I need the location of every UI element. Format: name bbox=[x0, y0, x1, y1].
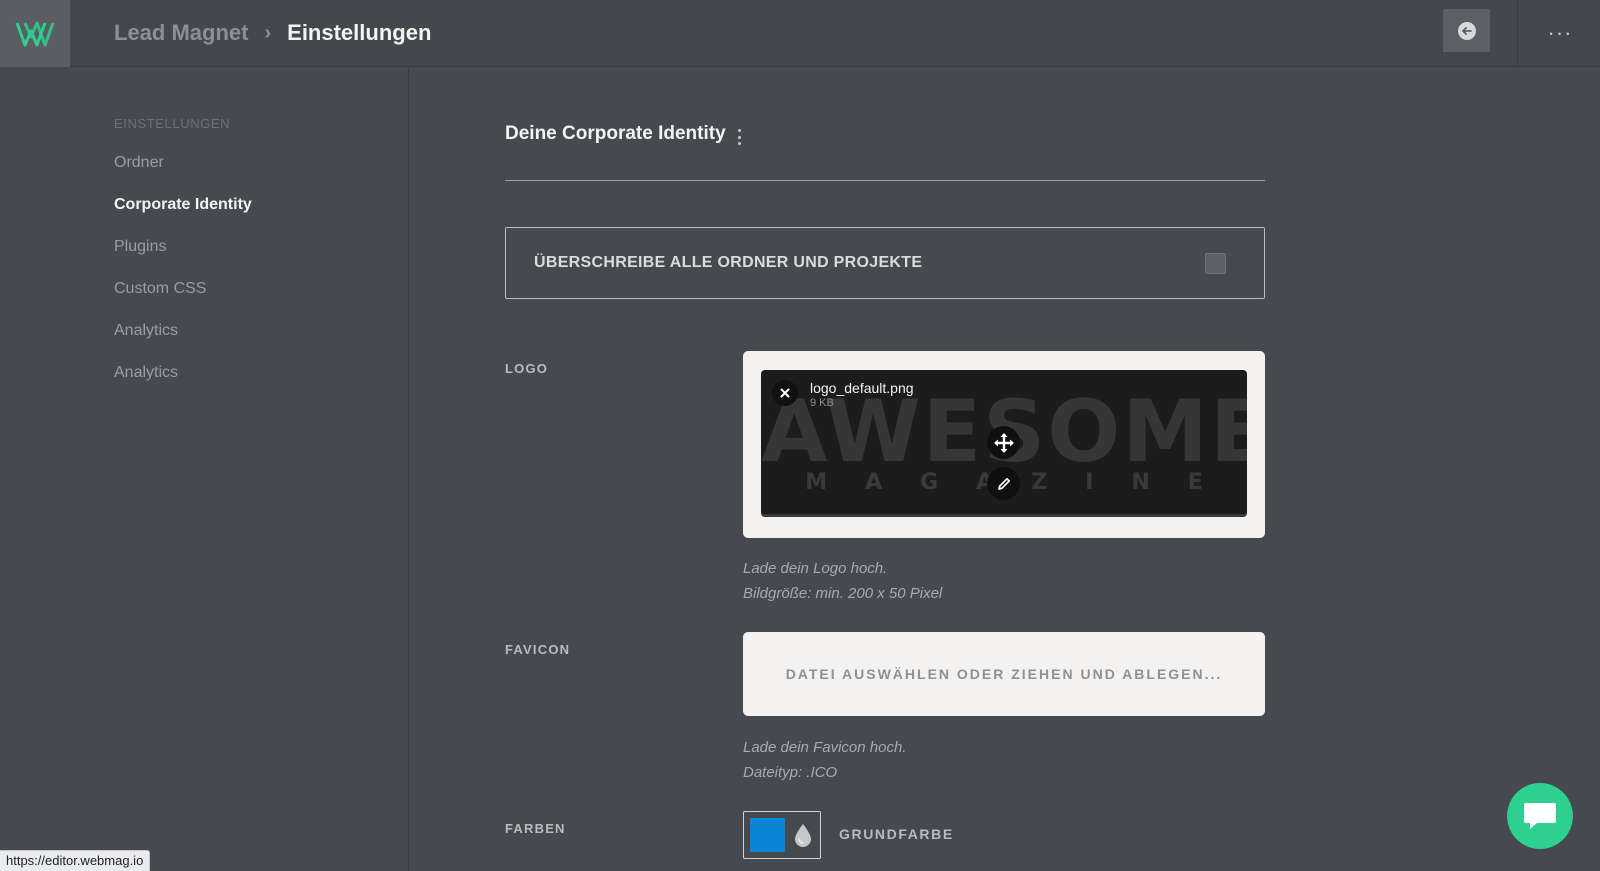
edit-image-button[interactable] bbox=[987, 467, 1020, 500]
dropzone-text: DATEI AUSWÄHLEN ODER ZIEHEN UND ABLEGEN.… bbox=[785, 666, 1223, 682]
move-handle[interactable] bbox=[987, 426, 1020, 459]
override-label: ÜBERSCHREIBE ALLE ORDNER UND PROJEKTE bbox=[534, 254, 923, 271]
more-horizontal-icon: ··· bbox=[1547, 20, 1573, 45]
dot bbox=[737, 142, 741, 145]
sidebar-item-custom-css[interactable]: Custom CSS bbox=[114, 280, 206, 298]
top-bar: Lead Magnet › Einstellungen ··· bbox=[0, 0, 1600, 67]
arrow-left-circle-icon bbox=[1457, 21, 1476, 40]
override-all-toggle-row[interactable]: ÜBERSCHREIBE ALLE ORDNER UND PROJEKTE bbox=[505, 227, 1265, 299]
favicon-hint-2: Dateityp: .ICO bbox=[743, 764, 838, 781]
webmag-logo-icon bbox=[15, 21, 55, 46]
header-divider bbox=[1517, 0, 1518, 67]
dot bbox=[737, 135, 741, 139]
logo-label: LOGO bbox=[505, 361, 549, 376]
primary-color-label: GRUNDFARBE bbox=[839, 826, 954, 842]
chevron-right-icon: › bbox=[264, 21, 272, 44]
breadcrumb-parent[interactable]: Lead Magnet bbox=[114, 20, 248, 46]
app-logo[interactable] bbox=[0, 0, 70, 67]
move-icon bbox=[993, 432, 1014, 453]
color-drop-icon bbox=[795, 824, 811, 847]
sidebar-item-corporate-identity[interactable]: Corporate Identity bbox=[114, 196, 252, 214]
dot bbox=[737, 129, 741, 132]
logo-preview: AWESOME MAGAZINE logo_default.png 9 KB bbox=[761, 370, 1247, 517]
chat-widget-button[interactable] bbox=[1507, 783, 1573, 849]
back-button[interactable] bbox=[1443, 9, 1490, 52]
override-checkbox[interactable] bbox=[1205, 253, 1226, 274]
settings-sidebar: EINSTELLUNGEN Ordner Corporate Identity … bbox=[0, 68, 409, 871]
more-menu-button[interactable]: ··· bbox=[1540, 18, 1580, 48]
file-size: 9 KB bbox=[810, 397, 834, 409]
sidebar-item-plugins[interactable]: Plugins bbox=[114, 238, 166, 256]
favicon-dropzone[interactable]: DATEI AUSWÄHLEN ODER ZIEHEN UND ABLEGEN.… bbox=[743, 632, 1265, 716]
sidebar-heading: EINSTELLUNGEN bbox=[114, 116, 231, 131]
section-options-button[interactable] bbox=[734, 127, 744, 147]
sidebar-item-ordner[interactable]: Ordner bbox=[114, 154, 164, 172]
file-name: logo_default.png bbox=[810, 380, 914, 396]
favicon-hint-1: Lade dein Favicon hoch. bbox=[743, 739, 907, 756]
logo-hint-1: Lade dein Logo hoch. bbox=[743, 560, 888, 577]
logo-hint-2: Bildgröße: min. 200 x 50 Pixel bbox=[743, 585, 943, 602]
remove-file-button[interactable] bbox=[772, 380, 798, 406]
section-divider bbox=[505, 180, 1265, 181]
chat-bubble-icon bbox=[1524, 803, 1556, 829]
sidebar-item-analytics[interactable]: Analytics bbox=[114, 322, 178, 340]
colors-label: FARBEN bbox=[505, 821, 566, 836]
page-title: Einstellungen bbox=[287, 20, 432, 45]
section-title: Deine Corporate Identity bbox=[505, 123, 726, 144]
breadcrumb: Lead Magnet › Einstellungen bbox=[114, 18, 431, 48]
close-icon bbox=[780, 388, 790, 398]
primary-color-picker[interactable] bbox=[743, 811, 821, 859]
pencil-icon bbox=[997, 477, 1010, 490]
status-bar-url: https://editor.webmag.io bbox=[0, 850, 151, 871]
sidebar-item-analytics-2[interactable]: Analytics bbox=[114, 364, 178, 382]
primary-color-swatch bbox=[750, 818, 785, 852]
logo-upload-card: AWESOME MAGAZINE logo_default.png 9 KB bbox=[743, 351, 1265, 538]
favicon-label: FAVICON bbox=[505, 642, 571, 657]
